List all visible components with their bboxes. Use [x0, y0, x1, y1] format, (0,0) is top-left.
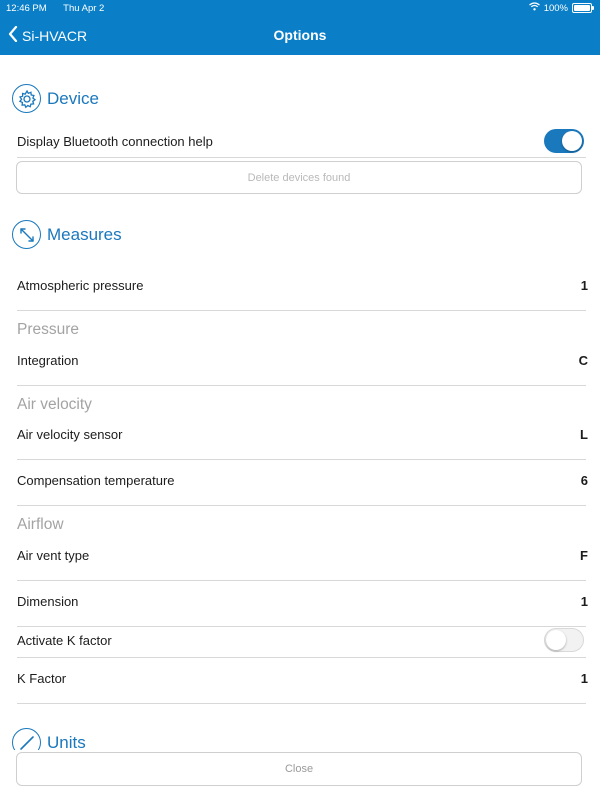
k-factor-label: K Factor — [17, 670, 67, 686]
divider — [17, 385, 586, 386]
divider — [17, 310, 586, 311]
divider — [17, 157, 586, 158]
integration-label: Integration — [17, 352, 79, 368]
atmospheric-pressure-row[interactable]: Atmospheric pressure 1 — [17, 262, 600, 308]
air-velocity-sensor-label: Air velocity sensor — [17, 426, 123, 442]
expand-arrows-icon — [12, 220, 41, 249]
compensation-temperature-row[interactable]: Compensation temperature 6 — [17, 457, 600, 503]
page-title: Options — [273, 27, 327, 43]
dimension-value: 1 — [580, 593, 588, 609]
toggle-knob — [562, 131, 582, 151]
wifi-icon — [528, 2, 540, 14]
atmospheric-pressure-label: Atmospheric pressure — [17, 277, 144, 293]
battery-icon — [572, 3, 594, 13]
air-velocity-sensor-value: L — [580, 426, 588, 442]
compensation-temperature-value: 6 — [580, 472, 588, 488]
status-bar: 12:46 PM Thu Apr 2 100% — [0, 0, 600, 16]
air-vent-type-value: F — [580, 547, 588, 563]
section-device-title: Device — [47, 88, 99, 108]
delete-devices-button[interactable]: Delete devices found — [16, 161, 582, 194]
integration-row[interactable]: Integration C — [17, 337, 600, 383]
toggle-knob — [546, 630, 566, 650]
divider — [17, 703, 586, 704]
air-vent-type-label: Air vent type — [17, 547, 90, 563]
integration-value: C — [578, 352, 588, 368]
battery-percent: 100% — [543, 2, 568, 14]
bluetooth-help-toggle[interactable] — [544, 129, 584, 153]
activate-k-factor-toggle[interactable] — [544, 628, 584, 652]
status-date: Thu Apr 2 — [63, 3, 105, 14]
k-factor-value: 1 — [580, 670, 588, 686]
air-velocity-sensor-row[interactable]: Air velocity sensor L — [17, 411, 600, 457]
k-factor-row[interactable]: K Factor 1 — [17, 655, 600, 701]
section-measures-title: Measures — [47, 224, 122, 244]
activate-k-factor-label: Activate K factor — [17, 632, 112, 648]
dimension-label: Dimension — [17, 593, 79, 609]
section-measures: Measures — [12, 220, 122, 249]
close-button[interactable]: Close — [16, 752, 582, 786]
bluetooth-help-label: Display Bluetooth connection help — [17, 133, 213, 149]
top-bar: 12:46 PM Thu Apr 2 100% Si-HVACR Options — [0, 0, 600, 55]
air-vent-type-row[interactable]: Air vent type F — [17, 532, 600, 578]
section-device: Device — [12, 84, 99, 113]
atmospheric-pressure-value: 1 — [580, 277, 588, 293]
status-time: 12:46 PM — [6, 3, 47, 14]
compensation-temperature-label: Compensation temperature — [17, 472, 175, 488]
divider — [17, 505, 586, 506]
gear-icon — [12, 84, 41, 113]
